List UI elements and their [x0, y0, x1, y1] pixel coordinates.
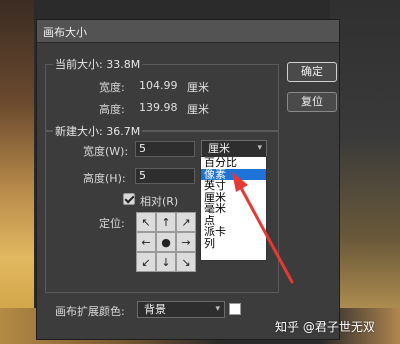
annotation-arrow-icon — [232, 172, 294, 284]
watermark: 知乎 @君子世无双 — [275, 320, 375, 334]
